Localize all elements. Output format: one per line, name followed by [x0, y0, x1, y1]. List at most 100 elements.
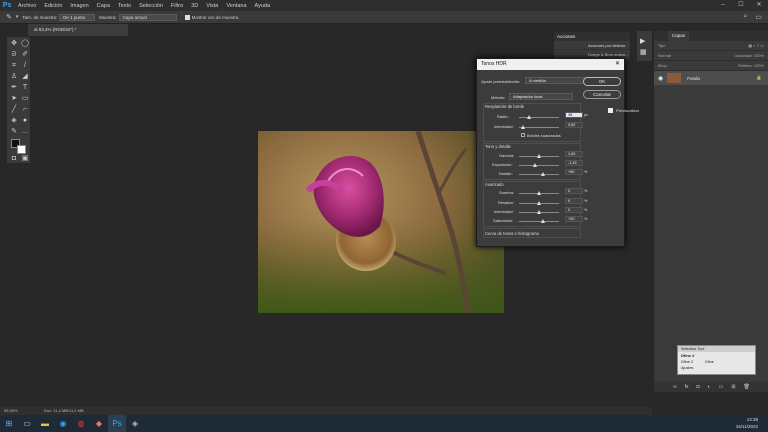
- lasso-tool-icon[interactable]: ᘐ: [9, 50, 19, 60]
- ok-button[interactable]: OK: [583, 77, 621, 86]
- quick-select-icon[interactable]: ✐: [20, 50, 30, 60]
- tone-detail-title[interactable]: Tono y detalle: [485, 144, 511, 149]
- strength-slider[interactable]: [519, 127, 559, 128]
- blend-mode-select[interactable]: Normal: [658, 51, 671, 60]
- path-select-icon[interactable]: ➤: [9, 94, 19, 104]
- selective-tool-dfine[interactable]: Dfine: [705, 360, 714, 364]
- blur-tool-icon[interactable]: ●: [20, 116, 30, 126]
- gamma-slider-thumb[interactable]: [537, 154, 541, 158]
- zoom-level[interactable]: 53,35%: [4, 407, 18, 415]
- menu-3d[interactable]: 3D: [187, 3, 202, 9]
- curve-histogram-toggle[interactable]: Curva de tonos e histograma: [485, 231, 539, 236]
- menu-ventana[interactable]: Ventana: [222, 3, 250, 9]
- saturation-slider-thumb[interactable]: [541, 219, 545, 223]
- radius-slider-thumb[interactable]: [527, 115, 531, 119]
- filter-icons[interactable]: ▣ ◐ T ▭: [748, 41, 764, 50]
- document-tab[interactable]: al 53,4% (RGB/32*) *: [28, 24, 128, 36]
- chevron-down-icon[interactable]: ▾: [16, 14, 19, 20]
- strength-slider-thumb[interactable]: [521, 125, 525, 129]
- selective-tool-dfine2[interactable]: Dfine 2: [681, 360, 693, 364]
- taskview-icon[interactable]: ▭: [18, 415, 36, 432]
- selective-tool-footer[interactable]: Ajustes: [678, 365, 755, 371]
- edge-glow-title[interactable]: Resplandor de borde: [485, 104, 524, 109]
- photoshop-taskbar-icon[interactable]: Ps: [108, 415, 126, 432]
- radius-slider[interactable]: [519, 117, 559, 118]
- action-set-default[interactable]: Acciones por defecto: [554, 41, 630, 50]
- menu-texto[interactable]: Texto: [114, 3, 135, 9]
- vibrance-slider-thumb[interactable]: [537, 210, 541, 214]
- brave-icon[interactable]: ◆: [90, 415, 108, 432]
- more-tools-icon[interactable]: …: [20, 127, 30, 137]
- windows-start-icon[interactable]: ⊞: [0, 415, 18, 432]
- link-icon[interactable]: ∞: [673, 382, 677, 392]
- grid-panel-icon[interactable]: ▦: [640, 48, 647, 56]
- menu-edicion[interactable]: Edición: [40, 3, 66, 9]
- detail-slider-thumb[interactable]: [541, 172, 545, 176]
- gamma-input[interactable]: 1,00: [565, 151, 583, 157]
- quick-mask-icon[interactable]: ◘: [9, 154, 19, 164]
- vibrance-input[interactable]: 0: [565, 207, 583, 213]
- preset-select[interactable]: A medida: [525, 77, 591, 84]
- crop-alt-icon[interactable]: ⌐: [20, 105, 30, 115]
- show-ring-checkbox[interactable]: [184, 14, 190, 20]
- minimize-icon[interactable]: –: [714, 0, 732, 11]
- saturation-input[interactable]: +20: [565, 216, 583, 222]
- cancel-button[interactable]: Cancelar: [583, 90, 621, 99]
- layer-filter-row[interactable]: Tipo ▣ ◐ T ▭: [654, 41, 768, 51]
- visibility-eye-icon[interactable]: ◉: [658, 75, 663, 82]
- menu-archivo[interactable]: Archivo: [14, 3, 40, 9]
- sample-select[interactable]: Capa actual: [118, 13, 177, 21]
- screen-mode-icon[interactable]: ▣: [20, 154, 30, 164]
- opacity-value[interactable]: 100%: [754, 53, 764, 58]
- actions-panel-icon[interactable]: ▶: [640, 37, 645, 45]
- layer-row-fondo[interactable]: ◉ Fondo 🔒: [654, 71, 768, 85]
- shape-tool-icon[interactable]: ▭: [20, 94, 30, 104]
- marquee-tool-icon[interactable]: ◯: [20, 39, 30, 49]
- highlight-input[interactable]: 0: [565, 198, 583, 204]
- folder-icon[interactable]: ▭: [719, 382, 724, 392]
- preview-checkbox[interactable]: [608, 108, 613, 113]
- document-image[interactable]: [258, 131, 504, 313]
- detail-input[interactable]: +50: [565, 169, 583, 175]
- workspace-icon[interactable]: ▭: [755, 13, 762, 21]
- doc-size[interactable]: Doc: 11,2 MB/11,2 MB: [44, 407, 84, 415]
- menu-vista[interactable]: Vista: [202, 3, 222, 9]
- crop-tool-icon[interactable]: ⌗: [9, 61, 19, 71]
- eraser-tool-icon[interactable]: ◢: [20, 72, 30, 82]
- file-explorer-icon[interactable]: ▬: [36, 415, 54, 432]
- close-icon[interactable]: ✕: [750, 0, 768, 11]
- actions-panel-title[interactable]: Acciones: [554, 32, 630, 41]
- dialog-close-icon[interactable]: ✕: [615, 59, 620, 70]
- eyedropper-icon[interactable]: ✎: [6, 13, 12, 21]
- fx-icon[interactable]: fx: [685, 382, 689, 392]
- strength-input[interactable]: 0,52: [565, 122, 583, 128]
- menu-ayuda[interactable]: Ayuda: [251, 3, 275, 9]
- advanced-title[interactable]: Avanzado: [485, 182, 504, 187]
- radius-input[interactable]: 38: [565, 112, 583, 118]
- brush-tool-icon[interactable]: /: [20, 61, 30, 71]
- stamp-tool-icon[interactable]: ♙: [9, 72, 19, 82]
- system-tray-clock[interactable]: 13:38 15/11/2022: [736, 416, 758, 430]
- smooth-edges-checkbox[interactable]: [521, 133, 525, 137]
- lock-icon[interactable]: 🔒: [756, 75, 762, 81]
- highlight-slider-thumb[interactable]: [537, 201, 541, 205]
- chrome-icon[interactable]: ◍: [72, 415, 90, 432]
- menu-capa[interactable]: Capa: [93, 3, 114, 9]
- move-tool-icon[interactable]: ✥: [9, 39, 19, 49]
- background-color-swatch[interactable]: [17, 145, 26, 154]
- exposure-input[interactable]: -1,15: [565, 160, 583, 166]
- saturation-slider[interactable]: [519, 221, 559, 222]
- selective-tool-item[interactable]: Dfine 2: [678, 352, 755, 359]
- sample-size-select[interactable]: De 1 punto: [59, 13, 96, 21]
- app-taskbar-icon[interactable]: ◈: [126, 415, 144, 432]
- edge-browser-icon[interactable]: ◉: [54, 415, 72, 432]
- menu-imagen[interactable]: Imagen: [66, 3, 92, 9]
- shadow-slider-thumb[interactable]: [537, 191, 541, 195]
- exposure-slider[interactable]: [519, 165, 559, 166]
- exposure-slider-thumb[interactable]: [533, 163, 537, 167]
- trash-icon[interactable]: 🗑: [744, 382, 750, 392]
- shadow-input[interactable]: 0: [565, 188, 583, 194]
- ruler-tool-icon[interactable]: ╱: [9, 105, 19, 115]
- fill-value[interactable]: 100%: [754, 63, 764, 68]
- menu-seleccion[interactable]: Selección: [135, 3, 167, 9]
